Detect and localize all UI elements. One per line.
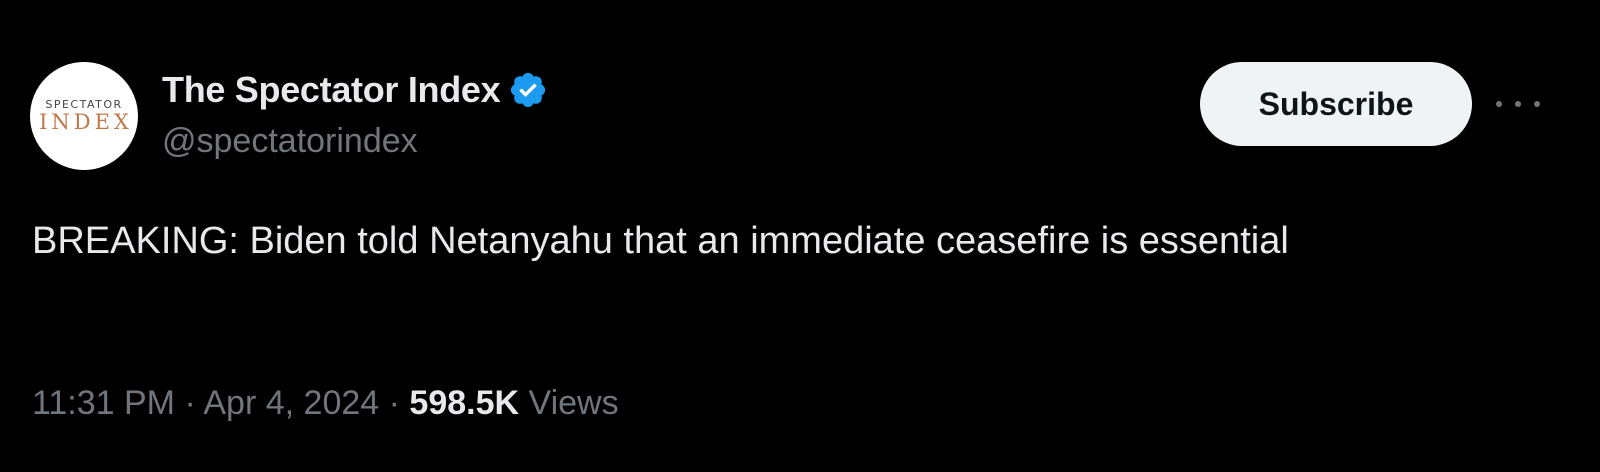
author-handle[interactable]: @spectatorindex (162, 122, 418, 161)
more-options-icon[interactable] (1496, 88, 1540, 120)
author-name-row: The Spectator Index (162, 66, 548, 114)
avatar-text-bottom: INDEX (39, 110, 133, 134)
meta-separator: · (184, 384, 196, 422)
more-dot (1515, 101, 1521, 107)
tweet-meta: 11:31 PM · Apr 4, 2024 · 598.5K Views (32, 384, 619, 423)
more-dot (1496, 101, 1502, 107)
tweet-text: BREAKING: Biden told Netanyahu that an i… (32, 220, 1289, 262)
views-count: 598.5K (409, 384, 520, 422)
more-dot (1534, 101, 1540, 107)
meta-separator: · (388, 384, 400, 422)
avatar[interactable]: SPECTATOR INDEX (30, 62, 138, 170)
author-display-name[interactable]: The Spectator Index (162, 69, 501, 111)
verified-badge-icon[interactable] (508, 70, 548, 110)
tweet-date[interactable]: Apr 4, 2024 (203, 384, 379, 422)
views-label: Views (528, 384, 619, 422)
subscribe-button[interactable]: Subscribe (1200, 62, 1472, 146)
tweet-card: SPECTATOR INDEX The Spectator Index @spe… (0, 0, 1600, 472)
tweet-time[interactable]: 11:31 PM (32, 384, 175, 422)
